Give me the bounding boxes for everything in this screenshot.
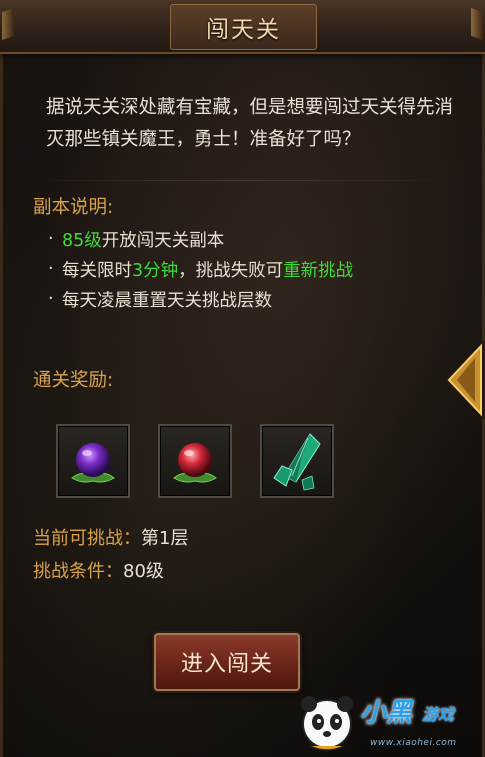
rule-text: ，挑战失败可 bbox=[178, 260, 284, 281]
watermark-text: 小黑 bbox=[360, 698, 413, 728]
current-floor-row: 当前可挑战：第1层 bbox=[33, 524, 188, 550]
bullet: · bbox=[48, 289, 54, 309]
title-cap-right bbox=[471, 7, 483, 41]
rule-item: · 85级 开放闯天关副本 bbox=[48, 224, 448, 254]
rewards-row bbox=[56, 424, 346, 500]
title-cap-left bbox=[2, 7, 14, 41]
rule-item: · 每天凌晨重置天关挑战层数 bbox=[48, 284, 448, 314]
rule-text: 每天凌晨重置天关挑战层数 bbox=[62, 290, 272, 311]
condition-row: 挑战条件：80级 bbox=[33, 557, 164, 583]
rule-item: · 每关限时 3分钟 ，挑战失败可 重新挑战 bbox=[48, 254, 448, 284]
intro-text: 据说天关深处藏有宝藏，但是想要闯过天关得先消灭那些镇关魔王，勇士！准备好了吗？ bbox=[46, 97, 454, 150]
current-floor-label: 当前可挑战： bbox=[33, 528, 141, 549]
reward-slot[interactable] bbox=[56, 424, 130, 498]
condition-value: 80级 bbox=[123, 561, 164, 582]
red-orb-icon bbox=[173, 443, 217, 483]
site-watermark: 小黑 游戏 www.xiaohei.com bbox=[294, 686, 485, 757]
bullet: · bbox=[48, 229, 54, 249]
rewards-heading: 通关奖励: bbox=[33, 370, 114, 391]
instructions-heading: 副本说明: bbox=[33, 197, 114, 218]
current-floor-value: 第1层 bbox=[141, 528, 189, 549]
title-plate: 闯天关 bbox=[170, 4, 317, 50]
watermark-url: www.xiaohei.com bbox=[370, 738, 457, 748]
divider bbox=[30, 180, 455, 181]
tower-challenge-panel: 闯天关 据说天关深处藏有宝藏，但是想要闯过天关得先消灭那些镇关魔王，勇士！准备好… bbox=[0, 0, 485, 757]
title-bar: 闯天关 bbox=[0, 0, 485, 54]
rule-highlight: 85级 bbox=[62, 230, 102, 251]
rule-highlight: 重新挑战 bbox=[283, 260, 354, 281]
panel-title: 闯天关 bbox=[206, 17, 281, 43]
collapse-arrow-icon[interactable] bbox=[441, 340, 485, 420]
purple-orb-icon bbox=[71, 443, 115, 483]
reward-slot[interactable] bbox=[158, 424, 232, 498]
instructions-list: · 85级 开放闯天关副本 · 每关限时 3分钟 ，挑战失败可 重新挑战 · 每… bbox=[48, 224, 448, 314]
rule-text: 开放闯天关副本 bbox=[101, 230, 225, 251]
panda-logo-icon bbox=[301, 696, 353, 751]
green-crystal-icon bbox=[273, 433, 321, 491]
condition-label: 挑战条件： bbox=[33, 561, 123, 582]
bullet: · bbox=[48, 259, 54, 279]
rule-highlight: 3分钟 bbox=[132, 260, 179, 281]
rule-text: 每关限时 bbox=[62, 260, 132, 281]
enter-challenge-button[interactable]: 进入闯关 bbox=[154, 633, 300, 691]
reward-slot[interactable] bbox=[260, 424, 334, 498]
watermark-text-2: 游戏 bbox=[422, 705, 455, 724]
